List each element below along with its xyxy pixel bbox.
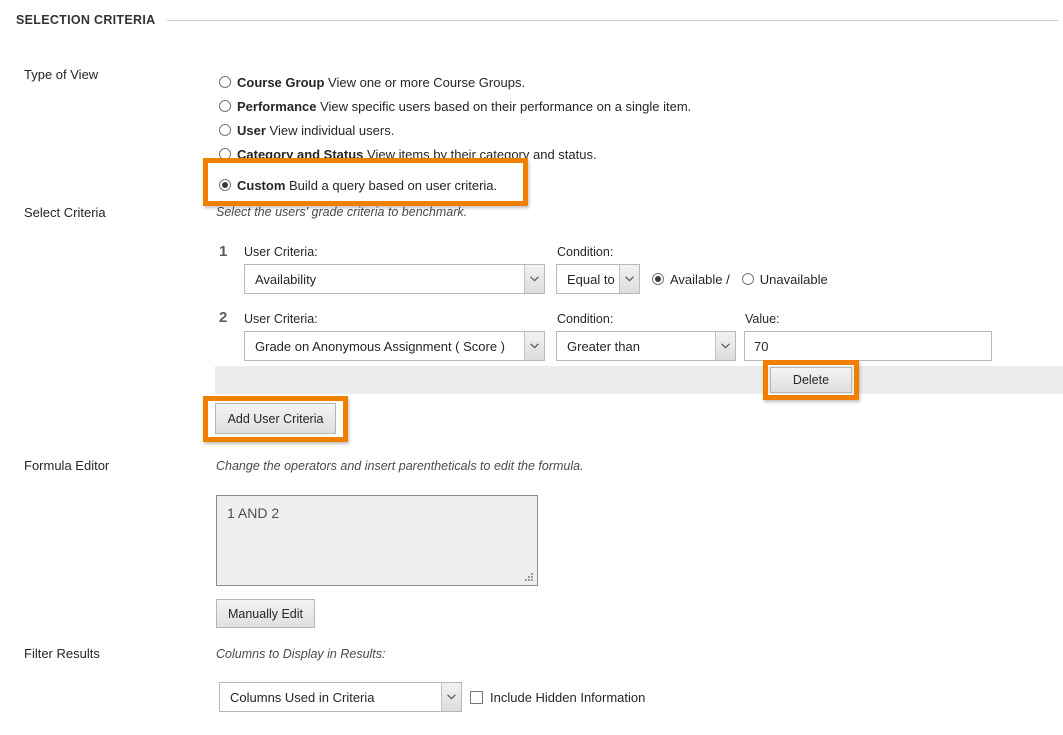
chevron-down-icon[interactable]: [524, 332, 544, 360]
radio-label-unavailable: Unavailable: [759, 271, 828, 287]
select-columns-to-display[interactable]: Columns Used in Criteria: [219, 682, 462, 712]
label-filter-results: Filter Results: [24, 646, 100, 661]
page-title: SELECTION CRITERIA: [16, 13, 156, 27]
manually-edit-button[interactable]: Manually Edit: [216, 599, 315, 628]
highlight-box-add-user-criteria: [203, 396, 348, 442]
label-condition-1: Condition:: [557, 245, 614, 259]
radio-label-course-group: Course Group View one or more Course Gro…: [231, 75, 525, 90]
type-of-view-radio-group: Course Group View one or more Course Gro…: [219, 70, 939, 193]
label-value-2: Value:: [745, 312, 780, 326]
formula-text: 1 AND 2: [227, 505, 280, 521]
radio-option-user[interactable]: User View individual users.: [219, 118, 939, 142]
resize-handle-icon[interactable]: [525, 573, 534, 582]
chevron-down-icon[interactable]: [715, 332, 735, 360]
header-divider: [167, 19, 1059, 21]
highlight-box-delete: [763, 360, 859, 400]
radio-icon-course-group[interactable]: [219, 76, 231, 88]
radio-icon-user[interactable]: [219, 124, 231, 136]
hint-select-criteria: Select the users' grade criteria to benc…: [216, 205, 468, 219]
formula-textarea[interactable]: 1 AND 2: [216, 495, 538, 586]
label-user-criteria-2: User Criteria:: [244, 312, 318, 326]
radio-icon-performance[interactable]: [219, 100, 231, 112]
select-user-criteria-2[interactable]: Grade on Anonymous Assignment ( Score ): [244, 331, 545, 361]
chevron-down-icon[interactable]: [619, 265, 639, 293]
radio-title-custom: Custom: [237, 177, 286, 193]
section-header: SELECTION CRITERIA: [0, 8, 1063, 32]
input-value-2[interactable]: 70: [744, 331, 992, 361]
radio-label-custom: Custom Build a query based on user crite…: [231, 178, 497, 193]
select-condition-2[interactable]: Greater than: [556, 331, 736, 361]
radio-title-performance: Performance: [237, 98, 317, 114]
radio-title-user: User: [237, 122, 266, 138]
radio-icon-custom[interactable]: [219, 179, 231, 191]
label-user-criteria-1: User Criteria:: [244, 245, 318, 259]
label-condition-2: Condition:: [557, 312, 614, 326]
label-formula-editor: Formula Editor: [24, 458, 110, 473]
select-user-criteria-2-value: Grade on Anonymous Assignment ( Score ): [255, 338, 506, 354]
label-select-criteria: Select Criteria: [24, 205, 106, 220]
checkbox-icon-include-hidden-information[interactable]: [470, 690, 483, 704]
chevron-down-icon[interactable]: [524, 265, 544, 293]
criteria-index-1: 1: [219, 243, 228, 260]
label-type-of-view: Type of View: [24, 67, 99, 82]
criteria-index-2: 2: [219, 309, 228, 326]
availability-radio-group: Available / Unavailable: [652, 264, 828, 294]
radio-label-available: Available /: [670, 271, 730, 287]
radio-desc-course-group: View one or more Course Groups.: [328, 74, 526, 90]
select-condition-1-value: Equal to: [567, 271, 615, 287]
hint-filter-results: Columns to Display in Results:: [216, 647, 386, 661]
select-condition-2-value: Greater than: [567, 338, 640, 354]
radio-title-course-group: Course Group: [237, 74, 325, 90]
radio-label-user: User View individual users.: [231, 123, 394, 138]
hint-formula-editor: Change the operators and insert parenthe…: [216, 459, 584, 473]
chevron-down-icon[interactable]: [441, 683, 461, 711]
criteria-action-bar: [215, 366, 1063, 394]
label-include-hidden-information: Include Hidden Information: [490, 689, 646, 705]
radio-option-course-group[interactable]: Course Group View one or more Course Gro…: [219, 70, 939, 94]
radio-desc-custom: Build a query based on user criteria.: [289, 177, 498, 193]
radio-desc-performance: View specific users based on their perfo…: [320, 98, 692, 114]
radio-option-custom[interactable]: Custom Build a query based on user crite…: [219, 173, 497, 197]
select-condition-1[interactable]: Equal to: [556, 264, 640, 294]
radio-option-performance[interactable]: Performance View specific users based on…: [219, 94, 939, 118]
radio-icon-available[interactable]: [652, 273, 664, 285]
select-user-criteria-1[interactable]: Availability: [244, 264, 545, 294]
radio-icon-unavailable[interactable]: [741, 273, 754, 285]
radio-desc-user: View individual users.: [269, 122, 395, 138]
include-hidden-information-row[interactable]: Include Hidden Information: [470, 683, 645, 711]
select-columns-to-display-value: Columns Used in Criteria: [230, 689, 375, 705]
radio-label-performance: Performance View specific users based on…: [231, 99, 691, 114]
select-user-criteria-1-value: Availability: [255, 271, 317, 287]
